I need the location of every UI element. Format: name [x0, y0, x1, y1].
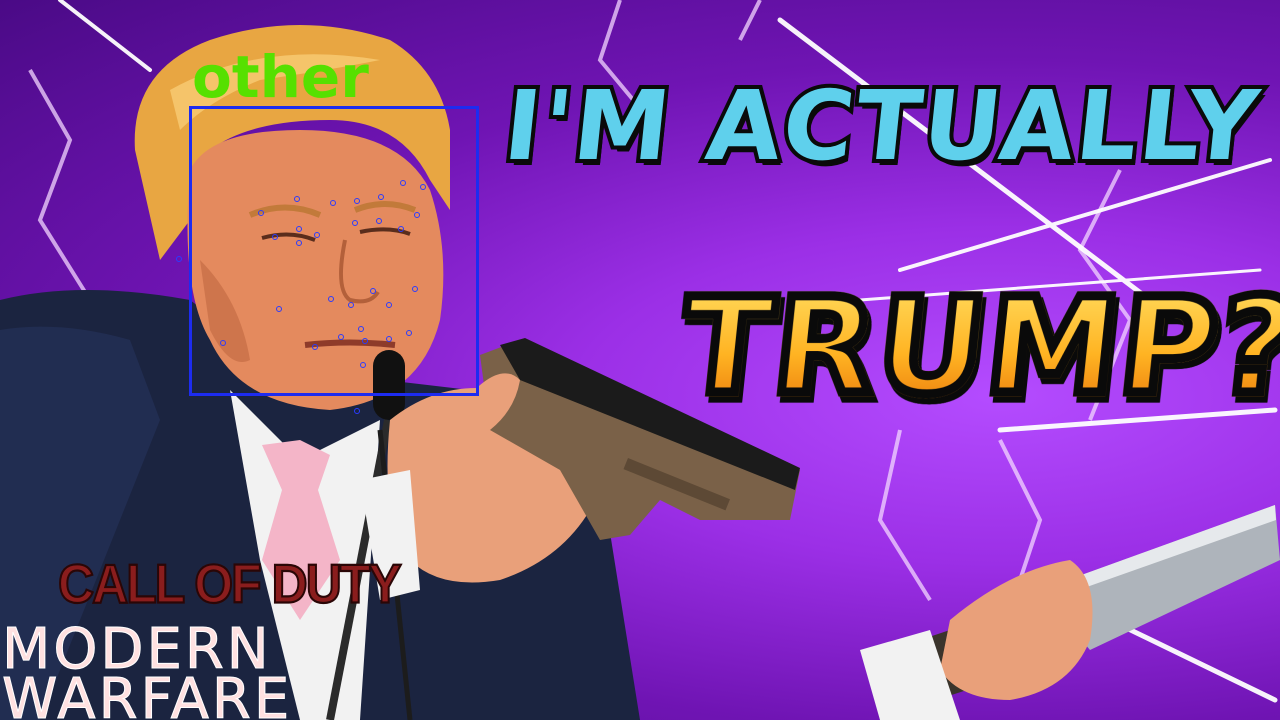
- landmark-point: [400, 180, 406, 186]
- landmark-point: [362, 338, 368, 344]
- landmark-point: [312, 344, 318, 350]
- landmark-point: [258, 210, 264, 216]
- landmark-point: [348, 302, 354, 308]
- landmark-point: [220, 340, 226, 346]
- landmark-point: [276, 306, 282, 312]
- landmark-point: [360, 362, 366, 368]
- landmark-point: [412, 286, 418, 292]
- landmark-point: [378, 194, 384, 200]
- landmark-point: [314, 232, 320, 238]
- second-hand: [940, 560, 1093, 700]
- landmark-point: [272, 234, 278, 240]
- landmark-point: [414, 212, 420, 218]
- landmark-point: [328, 296, 334, 302]
- landmark-point: [398, 226, 404, 232]
- thumbnail-canvas: other I'M ACTUALLY TRUMP?? CALL OF DUTY …: [0, 0, 1280, 720]
- landmark-point: [294, 196, 300, 202]
- landmark-point: [386, 302, 392, 308]
- landmark-point: [354, 198, 360, 204]
- landmark-point: [406, 330, 412, 336]
- face-bounding-box: [189, 106, 479, 396]
- landmark-point: [352, 220, 358, 226]
- landmark-point: [376, 218, 382, 224]
- landmark-point: [354, 408, 360, 414]
- brand-name: CALL OF DUTY: [57, 552, 403, 616]
- landmark-point: [358, 326, 364, 332]
- detection-label: other: [192, 43, 369, 111]
- landmark-point: [386, 336, 392, 342]
- landmark-point: [296, 240, 302, 246]
- landmark-point: [176, 256, 182, 262]
- landmark-point: [420, 184, 426, 190]
- headline-line-1: I'M ACTUALLY: [495, 66, 1269, 186]
- headline-line-2: TRUMP??: [669, 266, 1280, 429]
- landmark-point: [370, 288, 376, 294]
- landmark-point: [330, 200, 336, 206]
- landmark-point: [338, 334, 344, 340]
- game-title-line-2: WARFARE: [1, 667, 293, 720]
- landmark-point: [296, 226, 302, 232]
